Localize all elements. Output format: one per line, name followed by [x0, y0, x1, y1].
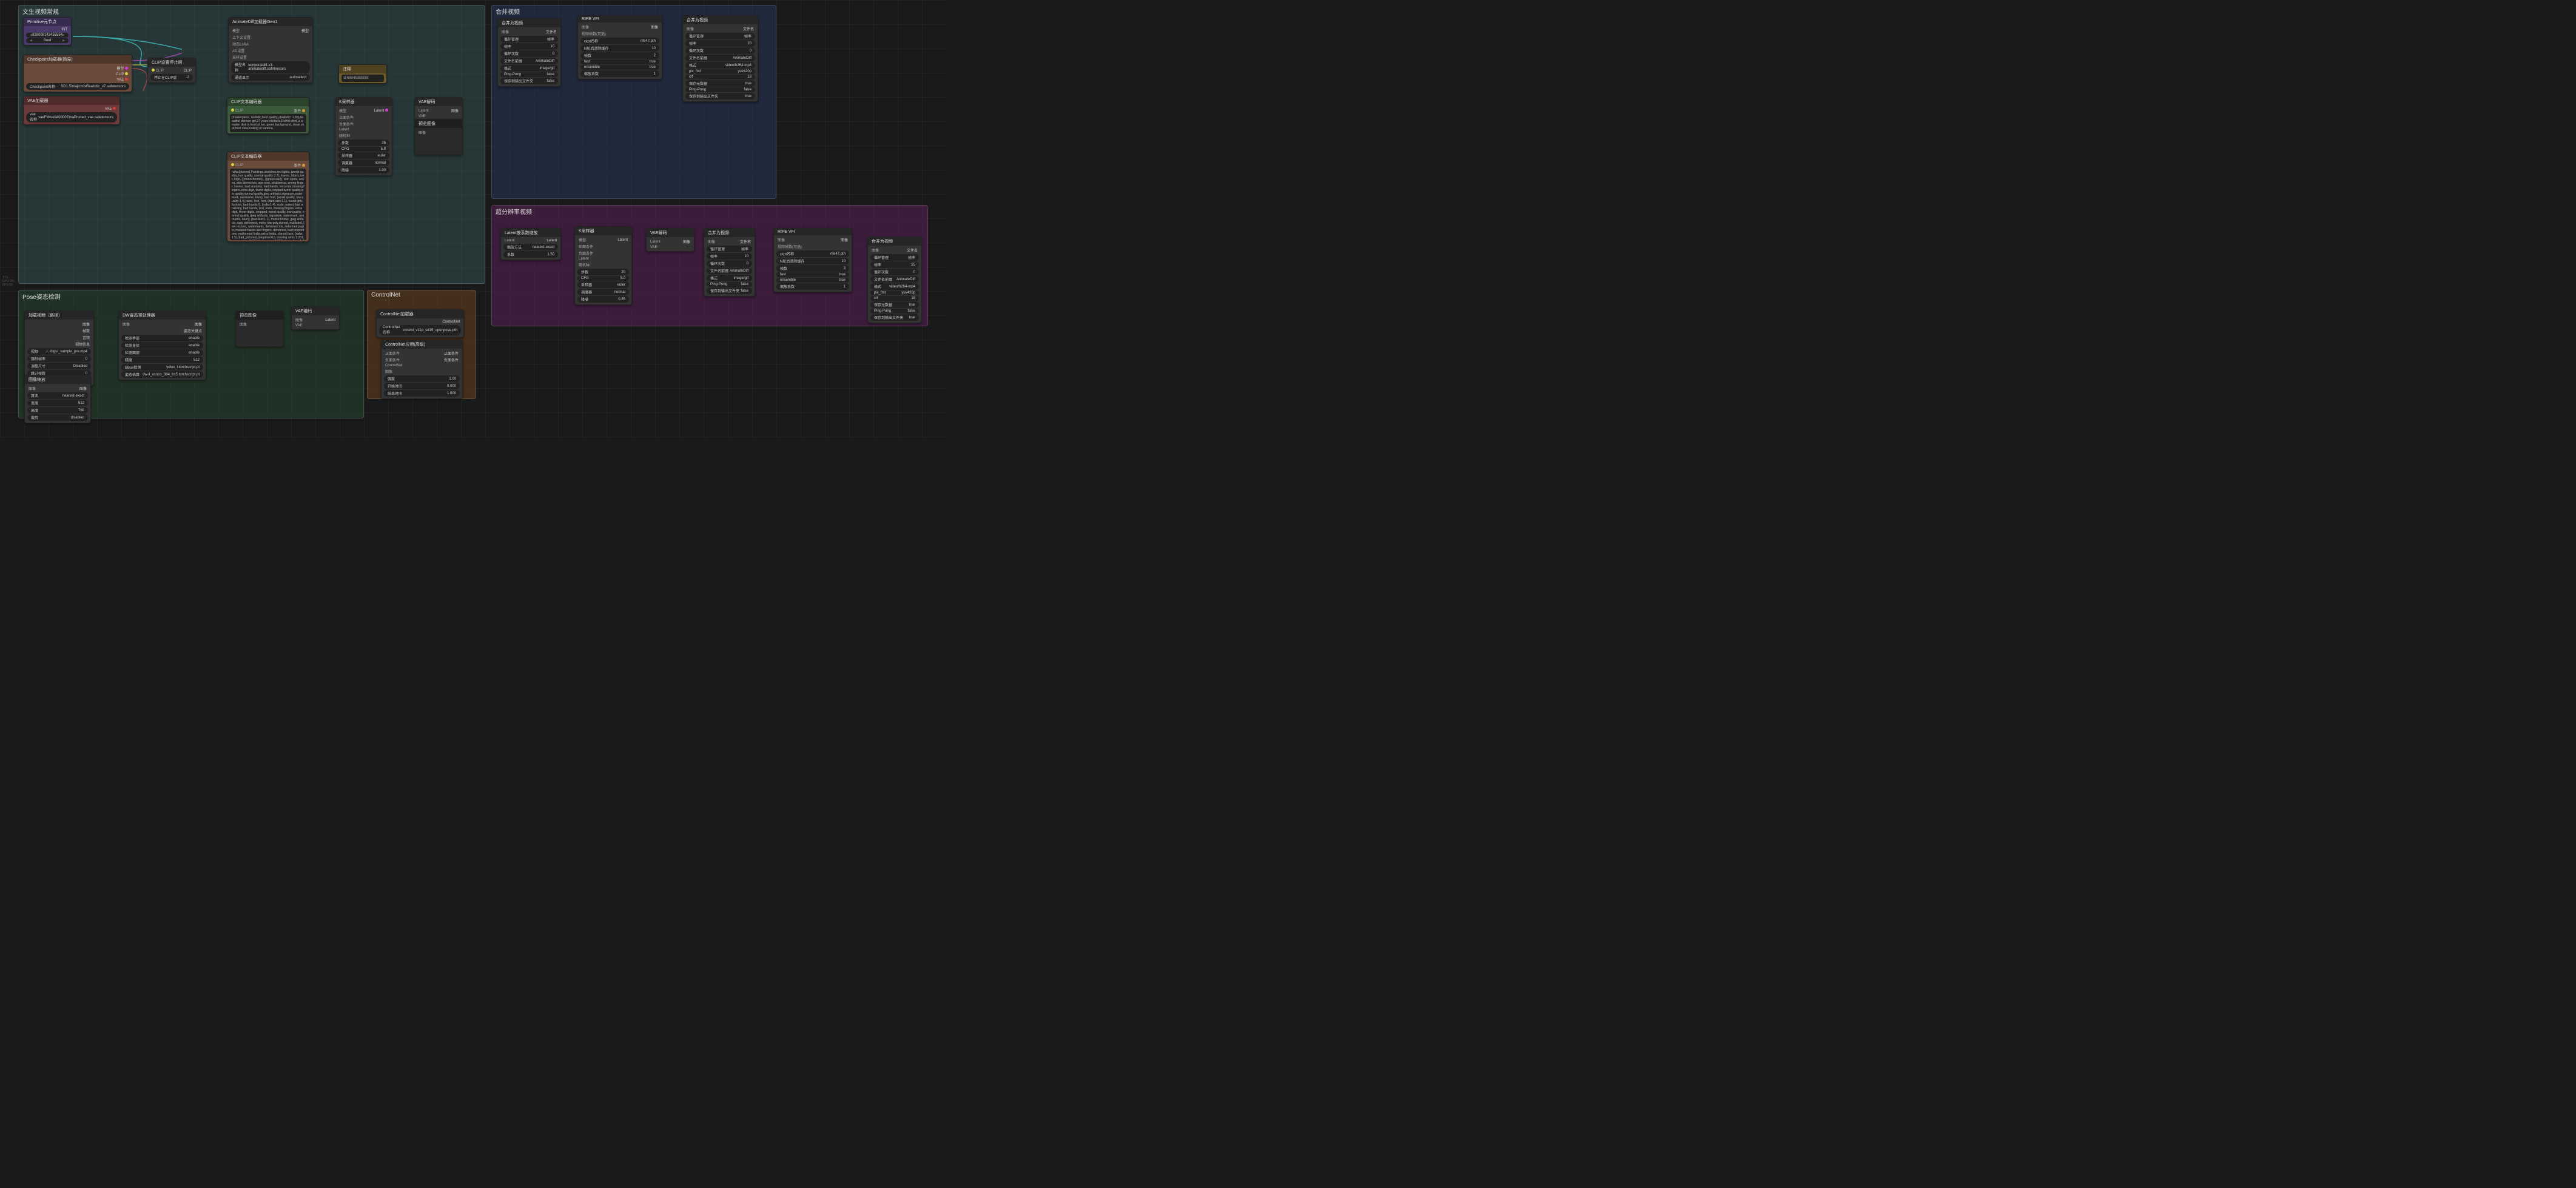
- node-title: RIFE VFI: [774, 229, 852, 235]
- group-title: 文生视频常规: [22, 7, 59, 16]
- node-preview-1[interactable]: 预览图像 图像: [414, 119, 463, 155]
- node-title: 预览图像: [236, 311, 283, 320]
- group-title: ControlNet: [371, 292, 400, 298]
- node-title: K采样器: [575, 227, 631, 235]
- node-image-scale[interactable]: 图像缩放 图像图像 算法nearest-exact 宽度512 高度768 裁剪…: [24, 375, 91, 423]
- node-title: 合并为视频: [868, 237, 921, 246]
- node-title: CLIP文本编码器: [227, 152, 309, 161]
- node-title: ControlNet应用(高级): [382, 340, 462, 349]
- note-text[interactable]: 114000450005000: [341, 75, 384, 82]
- node-controlnet-apply[interactable]: ControlNet应用(高级) 正面条件正面条件 负面条件负面条件 Contr…: [381, 340, 463, 399]
- model-widget[interactable]: 模型名称temporaldiff-v1-animatediff.safetens…: [231, 61, 310, 73]
- node-rife-1[interactable]: RIFE VFI 图像图像 视频帧数(可选) ckpt名称rife47.pth …: [577, 15, 662, 79]
- cn-widget[interactable]: ControlNet名称control_v11p_sd15_openpose.p…: [379, 325, 461, 335]
- node-title: VAE解码: [415, 98, 462, 106]
- node-title: AnimateDiff加载器Gen1: [229, 18, 312, 26]
- node-title: VAE加载器: [24, 96, 119, 105]
- node-clip-positive[interactable]: CLIP文本编码器 CLIP条件 (masterpiece, realistic…: [227, 97, 309, 134]
- ckpt-widget[interactable]: Checkpoint名称SD1.5/majicmixRealistic_v7.s…: [26, 83, 129, 90]
- node-video-combine-4[interactable]: 合并为视频 图像文件名 循环管理帧率 帧率25 循环次数0 文件名前缀Anima…: [867, 237, 922, 323]
- canvas-stats: T 7s GPU 3% FPS 60: [2, 276, 14, 287]
- node-video-combine-2[interactable]: 合并为视频 图像文件名 循环管理帧率 帧率20 循环次数0 文件名前缀Anima…: [682, 15, 758, 102]
- node-ksampler-2[interactable]: K采样器 模型Latent 正面条件 负面条件 Latent 随机种 步数20 …: [574, 226, 632, 305]
- node-graph-canvas[interactable]: 文生视频常规 合并视频 Pose姿态检测 ControlNet 超分辨率视频 P…: [0, 0, 946, 438]
- node-title: Checkpoint加载器(简易): [24, 55, 132, 64]
- node-title: 合并为视频: [704, 229, 755, 237]
- group-title: 合并视频: [496, 7, 520, 16]
- stop-widget[interactable]: 停止在CLIP层-2: [150, 74, 193, 81]
- node-title: VAE编码: [292, 307, 339, 315]
- node-title: DW姿态预处理器: [119, 311, 206, 320]
- beta-widget[interactable]: 通道显示autoselect: [231, 74, 310, 81]
- node-vae-decode-1[interactable]: VAE解码 Latent图像 VAE: [414, 97, 463, 121]
- vae-widget[interactable]: vae名称vaeFtMse840000EmaPruned_vae.safeten…: [26, 112, 117, 122]
- node-latent-upscale[interactable]: Latent按系数缩放 LatentLatent 缩放方法nearest-exa…: [500, 228, 561, 260]
- neg-prompt-text[interactable]: nsfw,(blurred),Paintings,sketches,red li…: [230, 169, 306, 240]
- node-video-combine-1[interactable]: 合并为视频 图像文件名 循环管理帧率 帧率10 循环次数0 文件名前缀Anima…: [497, 18, 561, 87]
- node-title: 合并为视频: [498, 19, 560, 27]
- node-note[interactable]: 注释 114000450005000: [338, 64, 387, 84]
- node-title: Latent按系数缩放: [501, 229, 560, 237]
- node-controlnet-loader[interactable]: ControlNet加载器 ControlNet ControlNet名称con…: [376, 309, 464, 338]
- node-preview-2[interactable]: 预览图像 图像: [235, 310, 284, 347]
- node-ksampler-1[interactable]: K采样器 模型Latent 正面条件 负面条件 Latent 随机种 步数26 …: [335, 97, 392, 176]
- node-title: 注释: [339, 65, 386, 73]
- node-checkpoint-loader[interactable]: Checkpoint加载器(简易) 模型 CLIP VAE Checkpoint…: [23, 55, 132, 92]
- control-widget[interactable]: ◀fixed▶: [26, 38, 69, 43]
- node-vae-loader[interactable]: VAE加载器 VAE vae名称vaeFtMse840000EmaPruned_…: [23, 96, 120, 125]
- group-title: 超分辨率视频: [496, 207, 532, 216]
- node-title: CLIP文本编码器: [227, 98, 309, 106]
- node-animatediff-loader[interactable]: AnimateDiff加载器Gen1 模型模型 上下文设置 动态LoRA AD设…: [228, 17, 313, 83]
- value-widget[interactable]: ◀828008143455554▶: [26, 33, 69, 38]
- node-title: ControlNet加载器: [377, 310, 463, 318]
- node-clip-skip[interactable]: CLIP设置停止层 CLIPCLIP 停止在CLIP层-2: [147, 58, 196, 83]
- group-title: Pose姿态检测: [22, 292, 61, 301]
- node-vae-decode-2[interactable]: VAE解码 Latent图像 VAE: [646, 228, 694, 252]
- node-clip-negative[interactable]: CLIP文本编码器 CLIP条件 nsfw,(blurred),Painting…: [227, 152, 309, 242]
- node-title: 加载视频（路径）: [25, 311, 93, 320]
- node-title: 预览图像: [415, 119, 462, 128]
- node-primitive[interactable]: Primitive元节点 INT ◀828008143455554▶ ◀fixe…: [23, 17, 72, 45]
- node-rife-2[interactable]: RIFE VFI 图像图像 视频帧数(可选) ckpt名称rife47.pth …: [773, 228, 852, 292]
- node-title: RIFE VFI: [578, 16, 662, 22]
- node-title: CLIP设置停止层: [148, 58, 195, 67]
- node-title: VAE解码: [647, 229, 694, 237]
- node-title: Primitive元节点: [24, 18, 71, 26]
- prompt-text[interactable]: (masterpiece, realistic,best quality),(r…: [230, 114, 306, 132]
- node-vae-encode[interactable]: VAE编码 图像Latent VAE: [291, 306, 340, 330]
- node-title: 图像缩放: [25, 375, 90, 384]
- node-dw-pose[interactable]: DW姿态预处理器 图像图像 姿态关键点 检测手部enable 检测身体enabl…: [118, 310, 206, 380]
- node-title: K采样器: [335, 98, 392, 106]
- node-title: 合并为视频: [683, 16, 758, 24]
- node-video-combine-3[interactable]: 合并为视频 图像文件名 循环管理帧率 帧率10 循环次数0 文件名前缀Anima…: [704, 228, 755, 297]
